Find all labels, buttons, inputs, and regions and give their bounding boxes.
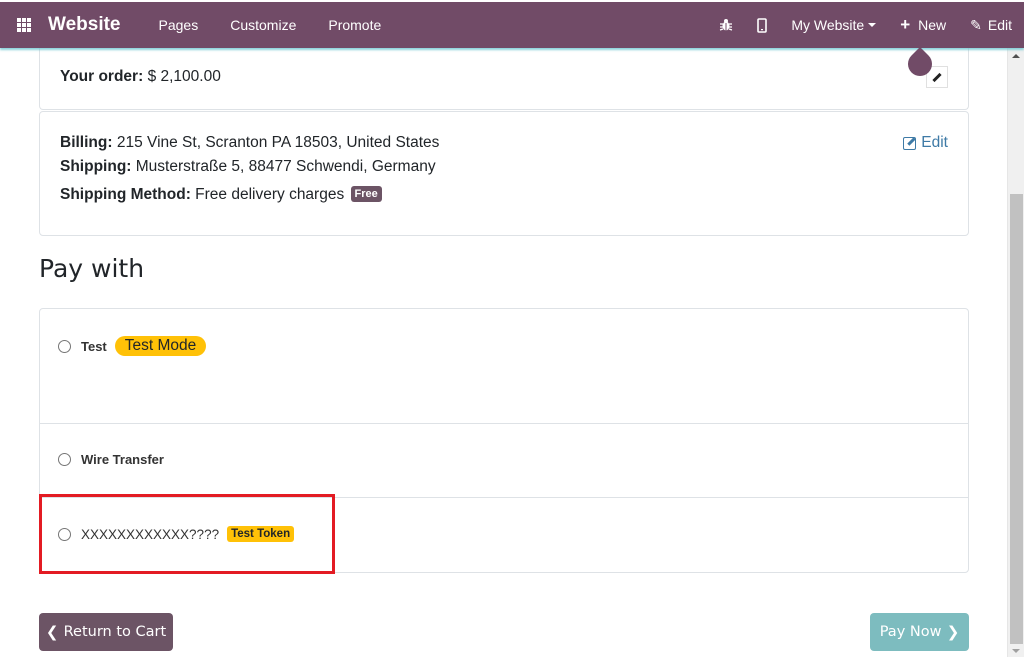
scroll-up-arrow-icon[interactable] (1012, 54, 1020, 58)
payment-methods-card: Test Test Mode Wire Transfer XXXXXXXXXXX… (39, 308, 969, 573)
billing-value: 215 Vine St, Scranton PA 18503, United S… (116, 134, 440, 151)
shipping-value: Musterstraße 5, 88477 Schwendi, Germany (135, 158, 436, 175)
payment-method-label: Wire Transfer (81, 452, 164, 467)
apps-menu-button[interactable] (0, 2, 48, 48)
shipping-address: Shipping: Musterstraße 5, 88477 Schwendi… (60, 158, 436, 176)
debug-button[interactable] (707, 2, 745, 48)
scroll-thumb[interactable] (1010, 194, 1023, 644)
pay-now-button[interactable]: Pay Now ❯ (870, 613, 969, 651)
payment-method-saved-token[interactable]: XXXXXXXXXXXX???? Test Token (40, 498, 968, 573)
radio-test[interactable] (58, 339, 71, 353)
payment-method-label: XXXXXXXXXXXX???? (81, 526, 220, 542)
bug-icon (720, 19, 733, 31)
app-title[interactable]: Website (48, 14, 121, 36)
scroll-down-arrow-icon[interactable] (1012, 649, 1020, 653)
caret-down-icon (868, 23, 877, 27)
order-label: Your order: (60, 68, 144, 85)
pencil-icon: ✎ (970, 16, 982, 33)
billing-address: Billing: 215 Vine St, Scranton PA 18503,… (60, 134, 439, 152)
edit-label: Edit (987, 17, 1012, 33)
radio-saved-token[interactable] (58, 527, 71, 541)
theme-customize-button[interactable] (903, 47, 948, 88)
shipping-method-label: Shipping Method: (60, 186, 191, 203)
mobile-icon (757, 17, 768, 33)
payment-method-wire-transfer[interactable]: Wire Transfer (40, 424, 968, 498)
order-total: Your order: $ 2,100.00 (60, 68, 221, 86)
nav-customize[interactable]: Customize (230, 17, 296, 33)
pay-label: Pay Now (879, 624, 942, 640)
address-card: Billing: 215 Vine St, Scranton PA 18503,… (39, 111, 969, 236)
radio-wire-transfer[interactable] (58, 453, 71, 466)
apps-grid-icon (17, 18, 31, 32)
shipping-method-value: Free delivery charges (195, 186, 345, 203)
chevron-left-icon: ❮ (45, 623, 64, 641)
edit-button[interactable]: ✎ Edit (958, 2, 1024, 48)
website-selector-dropdown[interactable]: My Website (779, 2, 888, 48)
payment-method-label: Test (81, 338, 107, 354)
new-label: New (918, 17, 947, 33)
shipping-method: Shipping Method: Free delivery charges F… (60, 186, 382, 204)
pay-with-heading: Pay with (39, 254, 145, 283)
test-token-badge: Test Token (227, 526, 295, 542)
billing-label: Billing: (60, 134, 113, 151)
free-badge: Free (350, 186, 382, 202)
order-summary-card: Your order: $ 2,100.00 (39, 40, 969, 110)
shipping-label: Shipping: (60, 158, 132, 175)
order-amount: $ 2,100.00 (147, 68, 221, 85)
return-label: Return to Cart (63, 624, 167, 640)
payment-method-test[interactable]: Test Test Mode (40, 309, 968, 424)
website-selector-label: My Website (791, 17, 865, 33)
nav-pages[interactable]: Pages (159, 17, 199, 33)
nav-promote[interactable]: Promote (328, 17, 381, 33)
chevron-right-icon: ❯ (941, 623, 960, 641)
return-to-cart-button[interactable]: ❮ Return to Cart (39, 613, 173, 651)
edit-address-link[interactable]: Edit (903, 134, 948, 152)
test-mode-badge: Test Mode (114, 336, 207, 356)
edit-address-label: Edit (921, 134, 948, 151)
top-navbar: Website Pages Customize Promote My Websi… (0, 0, 1024, 48)
new-button[interactable]: + New (888, 2, 958, 48)
mobile-preview-button[interactable] (745, 2, 779, 48)
plus-icon: + (900, 15, 911, 34)
vertical-scrollbar[interactable] (1007, 48, 1024, 657)
edit-icon (903, 136, 917, 150)
